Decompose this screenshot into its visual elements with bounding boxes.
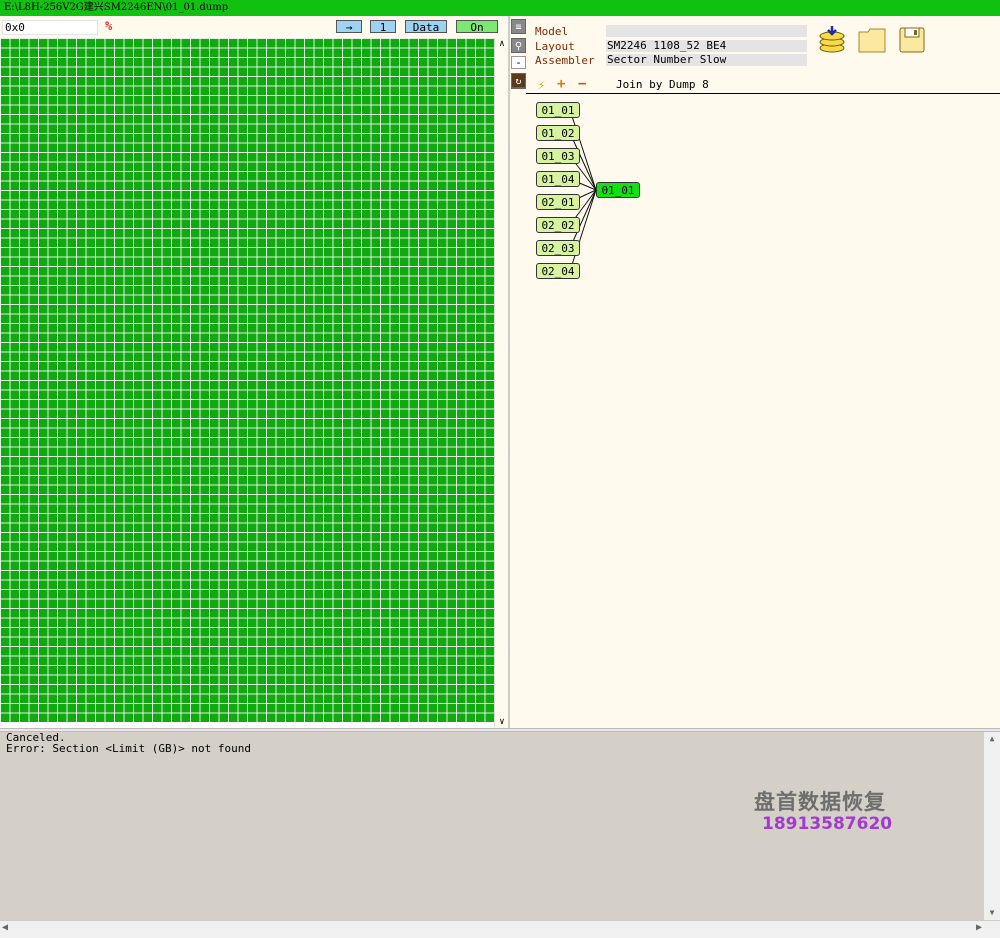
log-scrollbar[interactable]: ▲ ▼ (984, 732, 1000, 920)
watermark-name: 盘首数据恢复 (754, 790, 886, 814)
root-node[interactable]: 01_01 (596, 182, 640, 198)
chip-node-01_02[interactable]: 01_02 (536, 125, 580, 141)
goto-button[interactable]: → (336, 20, 362, 34)
percent-icon[interactable]: % (105, 19, 112, 33)
scroll-down-icon[interactable]: ∨ (495, 716, 509, 728)
grid-scrollbar[interactable]: ∧ ∨ (494, 38, 509, 728)
address-input[interactable]: 0x0 (2, 20, 98, 35)
horizontal-scrollbar[interactable]: ◀ ▶ (0, 920, 1000, 938)
page-size-button[interactable]: 1 (370, 20, 396, 34)
chip-node-02_02[interactable]: 02_02 (536, 217, 580, 233)
scroll-down-icon[interactable]: ▼ (984, 906, 1000, 920)
chip-node-02_03[interactable]: 02_03 (536, 240, 580, 256)
assembly-pane: ≡ ⚲ - ⚲ ↻ Model Layout SM2246 1108_52 BE… (510, 16, 1000, 728)
scroll-right-icon[interactable]: ▶ (976, 922, 982, 933)
node-links (569, 109, 597, 272)
watermark-phone: 18913587620 (762, 814, 893, 834)
chip-node-01_03[interactable]: 01_03 (536, 148, 580, 164)
log-line: Error: Section <Limit (GB)> not found (6, 742, 252, 755)
on-toggle-button[interactable]: On (456, 20, 498, 34)
chip-node-01_04[interactable]: 01_04 (536, 171, 580, 187)
scroll-up-icon[interactable]: ∧ (495, 38, 509, 50)
scroll-left-icon[interactable]: ◀ (2, 922, 8, 933)
chip-node-02_01[interactable]: 02_01 (536, 194, 580, 210)
sector-map-grid[interactable] (0, 38, 494, 722)
chip-node-02_04[interactable]: 02_04 (536, 263, 580, 279)
chip-node-01_01[interactable]: 01_01 (536, 102, 580, 118)
window-title: E:\L8H-256V2G建兴SM2246EN\01_01.dump (0, 0, 1000, 16)
dump-toolbar: 0x0 % → 1 Data On (0, 16, 510, 39)
scroll-up-icon[interactable]: ▲ (984, 732, 1000, 746)
data-button[interactable]: Data (405, 20, 447, 34)
